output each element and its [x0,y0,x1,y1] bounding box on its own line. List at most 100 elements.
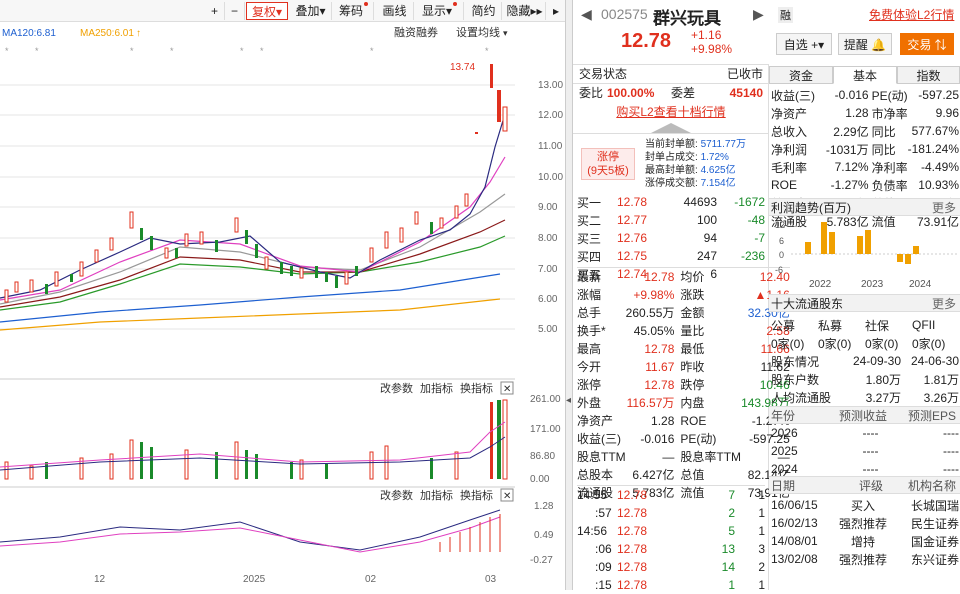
stock-name: 群兴玩具 [653,9,721,28]
quote-row: 最新 12.78 均价 12.40 [577,269,790,285]
order-book-row: 买四 12.75 247 -236 [577,249,765,264]
volume-tools[interactable]: 改参数 加指标 换指标 ✕ [380,381,514,395]
holders-row: 人均流通股 3.27万 3.26万 [771,390,959,405]
quote-row: 换手* 45.05% 量比 2.58 [577,323,790,339]
plus-button[interactable]: + [205,2,225,20]
last-price: 12.78 [621,30,672,52]
price-axis: 13.00 12.00 11.00 10.00 9.00 8.00 7.00 6.00 5.00 [538,80,563,335]
holders-stats: 股东情况 24-09-30 24-06-30 股东户数 1.80万 1.81万 人均流通… [771,352,959,406]
trade-button[interactable]: 交易 ⇅ [900,33,954,55]
svg-text:*: * [170,46,174,56]
collapse-up-icon[interactable] [651,123,691,133]
simple-button[interactable]: 简约 [466,2,502,20]
rating-row: 16/02/13 强烈推荐 民生证券 [771,516,959,531]
overlay-button[interactable]: 叠加▾ [290,2,332,20]
high-price-label: 13.74 [450,62,475,73]
candles [4,64,508,303]
ma-settings-link[interactable]: 设置均线 [456,25,500,39]
svg-text:*: * [260,46,264,56]
panel-splitter[interactable]: ◂ [565,0,573,590]
ma120-label: MA120:6.81 [2,28,56,39]
svg-text:2023: 2023 [861,279,884,290]
macd-lines [0,509,501,553]
chips-button[interactable]: 筹码 [334,2,374,20]
prev-stock-icon[interactable]: ◀ [581,6,592,23]
svg-text:0: 0 [779,250,784,260]
collapse-icon[interactable]: ▸ [548,2,564,20]
draw-button[interactable]: 画线 [376,2,414,20]
margin-trade-link[interactable]: 融资融券 [394,25,438,39]
svg-text:✕: ✕ [503,491,511,502]
svg-text:-6: -6 [775,265,783,275]
tick-row: :09 12.78 14 2 [595,559,765,574]
next-stock-icon[interactable]: ▶ [753,6,764,23]
holders-row: 股东户数 1.80万 1.81万 [771,372,959,387]
svg-text:*: * [5,46,9,56]
display-button[interactable]: 显示▾ [416,2,464,20]
svg-text:*: * [130,46,134,56]
svg-text:12: 12 [775,220,785,230]
svg-text:6.00: 6.00 [538,294,558,305]
limit-up-badge: 涨停 (9天5板) [581,148,635,180]
svg-text:0.00: 0.00 [530,474,550,485]
price-change: +1.16 [691,28,722,42]
tab-fund[interactable]: 资金 [769,66,833,84]
kline-chart[interactable]: MA120:6.81 MA250:6.01 ↑ 融资融券 设置均线 ▾ 13.0… [0,22,572,590]
close-icon: ✕ [503,384,511,395]
stock-code: 002575 [601,6,648,22]
svg-text:86.80: 86.80 [530,451,555,462]
svg-text:5.00: 5.00 [538,324,558,335]
quote-row: 最高 12.78 最低 11.66 [577,341,790,357]
ratings-header: 日期 评级 机构名称 [769,476,960,494]
svg-text:*: * [485,46,489,56]
svg-text:10.00: 10.00 [538,172,563,183]
forecast-header: 年份 预测收益 预测EPS [769,406,960,424]
macd-axis: 1.28 0.49 -0.27 [530,501,554,566]
svg-text:加指标: 加指标 [420,488,453,502]
svg-text:换指标: 换指标 [460,381,493,395]
alert-button[interactable]: 提醒 🔔 [838,33,892,55]
hide-button[interactable]: 隐藏▸▸ [504,2,546,20]
svg-text:2022: 2022 [809,279,832,290]
buy-l2-link[interactable]: 购买L2查看十档行情 [573,103,769,121]
fuquan-button[interactable]: 复权▾ [246,2,288,20]
svg-text:-0.27: -0.27 [530,555,553,566]
limit-up-info: 涨停 (9天5板) 当前封单额: 5711.77万 封单占成交: 1.72% 最高… [573,133,769,189]
profit-more-link[interactable]: 更多 [932,199,956,217]
holders-table: 公募 私募 社保 QFII 0家(0) 0家(0) 0家(0) 0家(0) [771,318,946,351]
forecast-table: 2026 ---- ---- 2025 ---- ---- 2024 ---- ---- [771,424,959,478]
macd-tools[interactable]: 改参数 加指标 换指标 ✕ [380,488,514,502]
profit-trend-header: 利润趋势(百万) 更多 [769,198,960,216]
tick-row: :57 12.78 2 1 [595,505,765,520]
svg-text:改参数: 改参数 [380,381,413,395]
trade-ticks: 14:55 12.78 7 1 :57 12.78 2 1 14:56 12.78 5 1 :06… [577,485,765,594]
minus-button[interactable]: − [225,2,245,20]
tick-row: :06 12.78 13 3 [595,541,765,556]
tab-basic[interactable]: 基本 [833,66,897,84]
add-watchlist-button[interactable]: 自选 +▾ [776,33,832,55]
svg-text:*: * [370,46,374,56]
svg-text:12.00: 12.00 [538,110,563,121]
order-ratio: 委比 100.00% 委差 45140 [573,83,769,101]
tab-index[interactable]: 指数 [897,66,960,84]
volume-axis: 261.00 171.00 86.80 0.00 [530,394,561,485]
quote-row: 净资产1.28ROE-1.27% [577,413,790,429]
rating-row: 14/08/01 增持 国金证券 [771,534,959,549]
quote-row: 涨幅+9.98%涨跌▲1.16 [577,287,790,303]
svg-text:2024: 2024 [909,279,932,290]
svg-text:1.28: 1.28 [534,501,554,512]
svg-text:6: 6 [779,236,784,246]
price-pct: +9.98% [691,42,733,56]
l2-trial-link[interactable]: 免费体验L2行情 [869,6,954,23]
holders-header: 十大流通股东 更多 [769,294,960,312]
quote-row: 收益(三) -0.016 PE(动) -597.25 [577,431,790,447]
quote-row: 涨停 12.78 跌停 10.46 [577,377,790,393]
quote-row: 总股本 6.427亿 总值 82.14亿 [577,468,790,482]
bell-icon: 🔔 [871,38,887,52]
volume-bars [0,399,508,480]
date-axis: 12 2025 02 03 [94,574,497,585]
tick-row: :15 12.78 1 1 [595,577,765,592]
svg-text:0.49: 0.49 [534,530,554,541]
fund-row: 净资产 1.28 市净率 9.96 [771,106,959,121]
quote-panel: ◀ 002575 群兴玩具 ▶ 融 免费体验L2行情 12.78 +1.16 +… [573,0,960,592]
